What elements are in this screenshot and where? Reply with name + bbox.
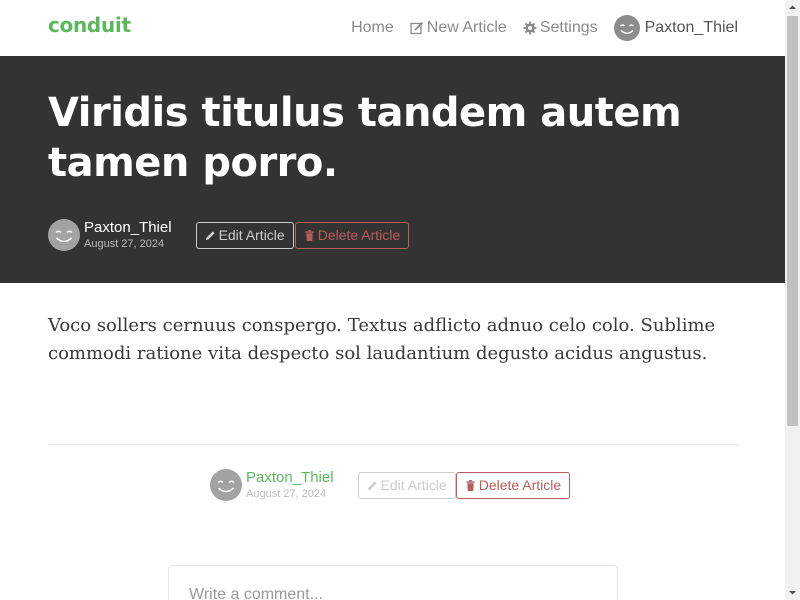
author-name-link[interactable]: Paxton_Thiel bbox=[84, 219, 172, 237]
article-body: Voco sollers cernuus conspergo. Textus a… bbox=[48, 315, 716, 364]
author-info: Paxton_Thiel August 27, 2024 bbox=[84, 219, 172, 251]
delete-article-label: Delete Article bbox=[317, 227, 401, 243]
compose-icon bbox=[410, 21, 423, 35]
page: conduit Home New Article Settings Paxton… bbox=[0, 0, 785, 600]
pencil-icon bbox=[367, 480, 377, 490]
delete-article-button[interactable]: Delete Article bbox=[294, 221, 410, 249]
trash-icon bbox=[305, 229, 314, 241]
nav-new-article-label: New Article bbox=[426, 19, 507, 36]
nav-links: Home New Article Settings Paxton_Thiel bbox=[351, 0, 738, 56]
scrollbar[interactable] bbox=[785, 0, 800, 600]
trash-icon bbox=[466, 479, 475, 491]
author-info: Paxton_Thiel August 27, 2024 bbox=[246, 469, 334, 501]
edit-article-button[interactable]: Edit Article bbox=[195, 221, 294, 249]
comment-input[interactable] bbox=[189, 586, 589, 600]
delete-article-label: Delete Article bbox=[478, 477, 562, 493]
author-avatar-icon[interactable] bbox=[210, 469, 242, 501]
edit-article-button[interactable]: Edit Article bbox=[357, 471, 456, 499]
nav-settings-label: Settings bbox=[539, 19, 598, 36]
article-banner: Viridis titulus tandem autem tamen porro… bbox=[0, 56, 785, 283]
edit-article-label: Edit Article bbox=[218, 227, 285, 243]
article-date: August 27, 2024 bbox=[246, 488, 327, 500]
author-name-link[interactable]: Paxton_Thiel bbox=[246, 469, 334, 487]
comment-form bbox=[168, 565, 618, 600]
article-actions: Paxton_Thiel August 27, 2024 Edit Articl… bbox=[210, 469, 571, 501]
article-meta: Paxton_Thiel August 27, 2024 Edit Articl… bbox=[48, 219, 410, 251]
brand-logo[interactable]: conduit bbox=[48, 13, 131, 37]
scroll-thumb[interactable] bbox=[787, 16, 798, 426]
nav-settings-link[interactable]: Settings bbox=[523, 19, 598, 37]
nav-home-link[interactable]: Home bbox=[351, 19, 394, 37]
delete-article-button[interactable]: Delete Article bbox=[455, 471, 571, 499]
scroll-up-arrow-icon[interactable] bbox=[785, 0, 800, 15]
scroll-down-arrow-icon[interactable] bbox=[785, 585, 800, 600]
navbar: conduit Home New Article Settings Paxton… bbox=[0, 0, 785, 56]
gear-icon bbox=[523, 21, 537, 35]
edit-article-label: Edit Article bbox=[380, 477, 447, 493]
author-avatar-icon[interactable] bbox=[48, 219, 80, 251]
pencil-icon bbox=[205, 230, 215, 240]
nav-new-article-link[interactable]: New Article bbox=[410, 19, 507, 37]
divider bbox=[48, 444, 739, 445]
nav-username: Paxton_Thiel bbox=[644, 19, 738, 36]
article-title: Viridis titulus tandem autem tamen porro… bbox=[48, 90, 682, 186]
nav-profile-link[interactable]: Paxton_Thiel bbox=[613, 15, 738, 41]
avatar-smiley-icon bbox=[613, 15, 640, 41]
article-date: August 27, 2024 bbox=[84, 238, 165, 250]
